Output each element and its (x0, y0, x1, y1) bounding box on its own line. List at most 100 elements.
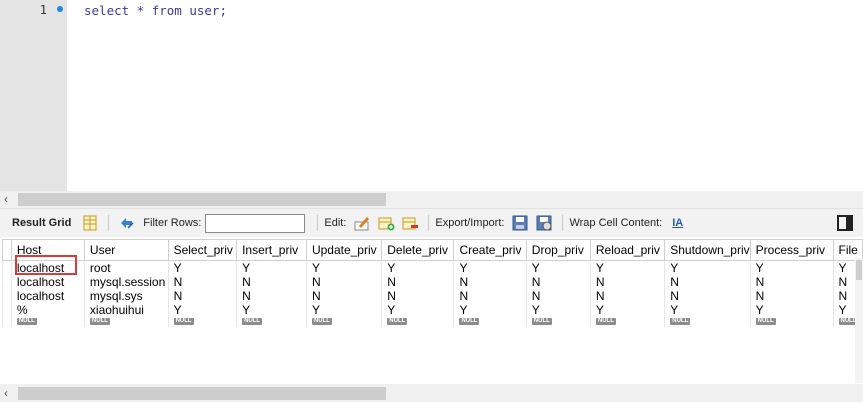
table-cell[interactable]: Y (589, 260, 665, 275)
table-cell[interactable]: Y (305, 260, 382, 275)
table-cell[interactable]: xiaohuihui (83, 303, 169, 317)
table-cell[interactable]: localhost (10, 289, 85, 303)
new-row-placeholder[interactable]: NULL NULL NULL NULL NULL NULL NULL NULL NULL NULL… (2, 317, 863, 327)
grid-vertical-scrollbar[interactable] (855, 258, 863, 383)
table-cell[interactable]: N (167, 275, 237, 289)
table-cell[interactable]: N (749, 289, 834, 303)
table-cell[interactable]: N (381, 289, 454, 303)
column-header[interactable]: Insert_priv (236, 239, 307, 261)
row-number-cell[interactable] (2, 260, 12, 275)
table-cell[interactable]: Y (664, 303, 751, 317)
table-cell[interactable]: Y (749, 260, 834, 275)
export-icon[interactable] (511, 214, 529, 232)
sql-editor[interactable]: 1 select * from user; (0, 0, 863, 191)
sql-code-line[interactable]: select * from user; (84, 3, 227, 18)
table-cell[interactable]: Y (525, 260, 591, 275)
editor-horizontal-scrollbar[interactable]: ‹ (0, 191, 863, 208)
table-cell[interactable]: N (167, 289, 237, 303)
grid-view-icon[interactable] (81, 214, 99, 232)
table-cell[interactable]: N (305, 289, 382, 303)
table-cell[interactable]: Y (589, 303, 665, 317)
table-cell[interactable]: NULL (167, 317, 237, 327)
result-grid-tab[interactable]: Result Grid (12, 217, 71, 229)
refresh-icon[interactable] (118, 214, 136, 232)
row-number-cell[interactable] (2, 289, 12, 303)
table-cell[interactable]: Y (453, 303, 527, 317)
table-cell[interactable]: Y (236, 260, 307, 275)
column-header[interactable]: Shutdown_priv (664, 239, 751, 261)
table-cell[interactable]: N (589, 289, 665, 303)
table-cell[interactable]: N (453, 275, 527, 289)
scroll-left-arrow-icon[interactable]: ‹ (4, 192, 8, 206)
table-cell[interactable]: root (83, 260, 169, 275)
table-cell[interactable]: N (305, 275, 382, 289)
table-cell[interactable]: Y (305, 303, 382, 317)
scrollbar-thumb[interactable] (856, 260, 862, 280)
table-cell[interactable]: N (525, 275, 591, 289)
table-cell[interactable]: NULL (453, 317, 527, 327)
row-number-cell[interactable] (2, 303, 12, 317)
insert-row-icon[interactable] (377, 214, 395, 232)
row-number-cell[interactable] (2, 275, 12, 289)
column-header[interactable]: Create_priv (453, 239, 527, 261)
table-cell[interactable]: Y (167, 303, 237, 317)
scrollbar-thumb[interactable] (18, 193, 386, 206)
import-icon[interactable] (535, 214, 553, 232)
table-cell[interactable]: NULL (10, 317, 85, 327)
column-header[interactable]: Update_priv (305, 239, 383, 261)
line-number: 1 (39, 3, 47, 17)
table-cell[interactable]: N (236, 275, 307, 289)
table-cell[interactable]: NULL (525, 317, 591, 327)
table-row[interactable]: localhost root Y Y Y Y Y Y Y Y Y Y (2, 260, 863, 275)
table-cell[interactable]: NULL (83, 317, 169, 327)
filter-rows-input[interactable] (205, 213, 306, 233)
table-cell[interactable]: NULL (589, 317, 665, 327)
toolbar-separator (108, 215, 110, 231)
column-header[interactable]: User (83, 239, 169, 261)
table-cell[interactable]: Y (236, 303, 307, 317)
table-cell[interactable]: N (749, 275, 834, 289)
table-cell[interactable]: Y (664, 260, 751, 275)
table-cell[interactable]: Y (381, 303, 454, 317)
edit-row-icon[interactable] (353, 214, 371, 232)
table-cell[interactable]: NULL (305, 317, 382, 327)
table-cell[interactable]: localhost (10, 275, 85, 289)
table-cell[interactable]: NULL (236, 317, 307, 327)
wrap-cell-icon[interactable]: IA (672, 217, 683, 229)
table-cell[interactable]: N (381, 275, 454, 289)
column-header[interactable]: Reload_priv (589, 239, 666, 261)
table-cell[interactable]: NULL (664, 317, 751, 327)
table-cell[interactable]: mysql.session (83, 275, 169, 289)
table-cell[interactable]: Y (453, 260, 527, 275)
column-header[interactable]: Drop_priv (525, 239, 591, 261)
table-cell[interactable]: N (236, 289, 307, 303)
table-cell[interactable]: Y (525, 303, 591, 317)
table-row[interactable]: % xiaohuihui Y Y Y Y Y Y Y Y Y Y (2, 303, 863, 317)
table-cell[interactable]: NULL (749, 317, 834, 327)
table-cell[interactable]: mysql.sys (83, 289, 169, 303)
result-grid[interactable]: Host User Select_priv Insert_priv Update… (0, 237, 863, 383)
delete-row-icon[interactable] (401, 214, 419, 232)
table-cell[interactable]: Y (381, 260, 454, 275)
table-cell[interactable]: NULL (381, 317, 454, 327)
null-badge: NULL (16, 318, 37, 325)
table-cell[interactable]: N (589, 275, 665, 289)
grid-horizontal-scrollbar[interactable]: ‹ (0, 384, 863, 402)
table-cell[interactable]: % (10, 303, 85, 317)
scroll-left-arrow-icon[interactable]: ‹ (4, 386, 8, 400)
column-header[interactable]: Delete_priv (381, 239, 455, 261)
table-cell[interactable]: N (664, 275, 751, 289)
table-cell[interactable]: Y (167, 260, 237, 275)
table-row[interactable]: localhost mysql.session N N N N N N N N N N (2, 275, 863, 289)
statement-marker-icon (57, 6, 63, 12)
table-cell[interactable]: N (664, 289, 751, 303)
table-cell[interactable]: N (525, 289, 591, 303)
column-header[interactable]: Select_priv (167, 239, 238, 261)
scrollbar-thumb[interactable] (18, 387, 386, 400)
toolbar-separator (562, 215, 564, 231)
table-cell[interactable]: N (453, 289, 527, 303)
table-cell[interactable]: Y (749, 303, 834, 317)
column-header[interactable]: Process_priv (749, 239, 834, 261)
toggle-side-panel-icon[interactable] (837, 215, 853, 231)
table-row[interactable]: localhost mysql.sys N N N N N N N N N N (2, 289, 863, 303)
